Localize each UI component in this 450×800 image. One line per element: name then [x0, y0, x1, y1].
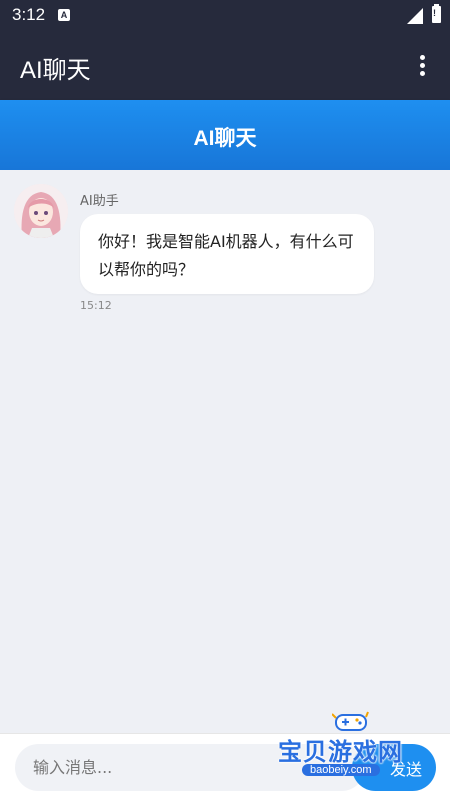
message-bubble[interactable]: 你好！我是智能AI机器人，有什么可以帮你的吗？	[80, 214, 374, 294]
message-time: 15:12	[80, 299, 112, 312]
send-button[interactable]: 发送	[352, 744, 436, 791]
battery-icon: !	[432, 4, 441, 23]
app-bar: AI聊天	[0, 32, 450, 100]
chat-area[interactable]: AI助手 你好！我是智能AI机器人，有什么可以帮你的吗？ 15:12	[0, 170, 450, 733]
a-box-icon: A	[58, 9, 70, 21]
signal-icon	[407, 8, 423, 24]
message-input[interactable]	[15, 744, 365, 791]
avatar[interactable]	[14, 184, 68, 238]
status-time: 3:12	[12, 5, 46, 24]
input-bar: 发送	[0, 733, 450, 800]
anime-avatar-icon	[14, 184, 68, 238]
more-vert-icon[interactable]	[412, 52, 432, 80]
page-header: AI聊天	[0, 100, 450, 170]
page-header-title: AI聊天	[193, 127, 257, 150]
message-text: 你好！我是智能AI机器人，有什么可以帮你的吗？	[98, 232, 354, 279]
sender-name: AI助手	[80, 194, 119, 209]
status-bar: 3:12 A !	[0, 0, 450, 32]
app-title: AI聊天	[20, 57, 91, 84]
